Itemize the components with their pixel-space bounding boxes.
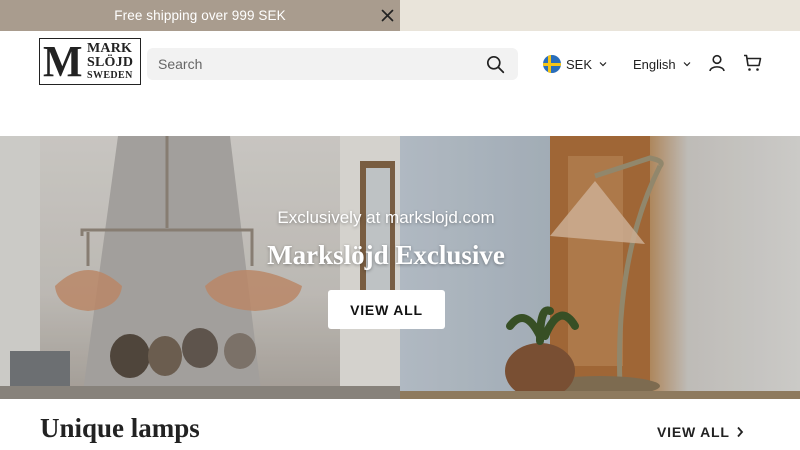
- brand-logo[interactable]: M MARK SLÖJD SWEDEN: [39, 38, 141, 85]
- search-bar: [147, 48, 518, 80]
- hero-view-all-button[interactable]: VIEW ALL: [328, 290, 445, 329]
- announcement-text: Free shipping over 999 SEK: [114, 8, 286, 23]
- hero-title: Markslöjd Exclusive: [267, 240, 505, 270]
- logo-line-mark: MARK: [87, 41, 133, 56]
- search-icon[interactable]: [486, 55, 505, 74]
- section-view-all-link[interactable]: VIEW ALL: [657, 424, 744, 440]
- section-view-all-label: VIEW ALL: [657, 424, 730, 440]
- logo-line-slojd: SLÖJD: [87, 55, 134, 70]
- section-title: Unique lamps: [40, 413, 200, 443]
- account-icon[interactable]: [708, 54, 726, 72]
- cart-icon[interactable]: [743, 54, 762, 72]
- logo-line-sweden: SWEDEN: [87, 70, 133, 81]
- chevron-down-icon: [683, 62, 691, 67]
- close-icon[interactable]: [379, 7, 396, 24]
- hero-banner: Exclusively at markslojd.com Markslöjd E…: [0, 136, 800, 399]
- search-input[interactable]: [147, 48, 477, 80]
- announcement-bar: Free shipping over 999 SEK: [0, 0, 800, 31]
- sweden-flag-icon: [543, 55, 561, 73]
- announcement-right-panel: [400, 0, 800, 31]
- chevron-down-icon: [599, 62, 607, 67]
- currency-selector[interactable]: SEK: [543, 54, 607, 74]
- logo-monogram: M: [43, 37, 83, 86]
- language-label: English: [633, 56, 676, 72]
- language-selector[interactable]: English: [633, 54, 691, 74]
- currency-label: SEK: [566, 56, 593, 72]
- site-header: M MARK SLÖJD SWEDEN SEK English: [0, 31, 800, 136]
- chevron-right-icon: [737, 426, 743, 438]
- hero-subtitle: Exclusively at markslojd.com: [277, 208, 495, 227]
